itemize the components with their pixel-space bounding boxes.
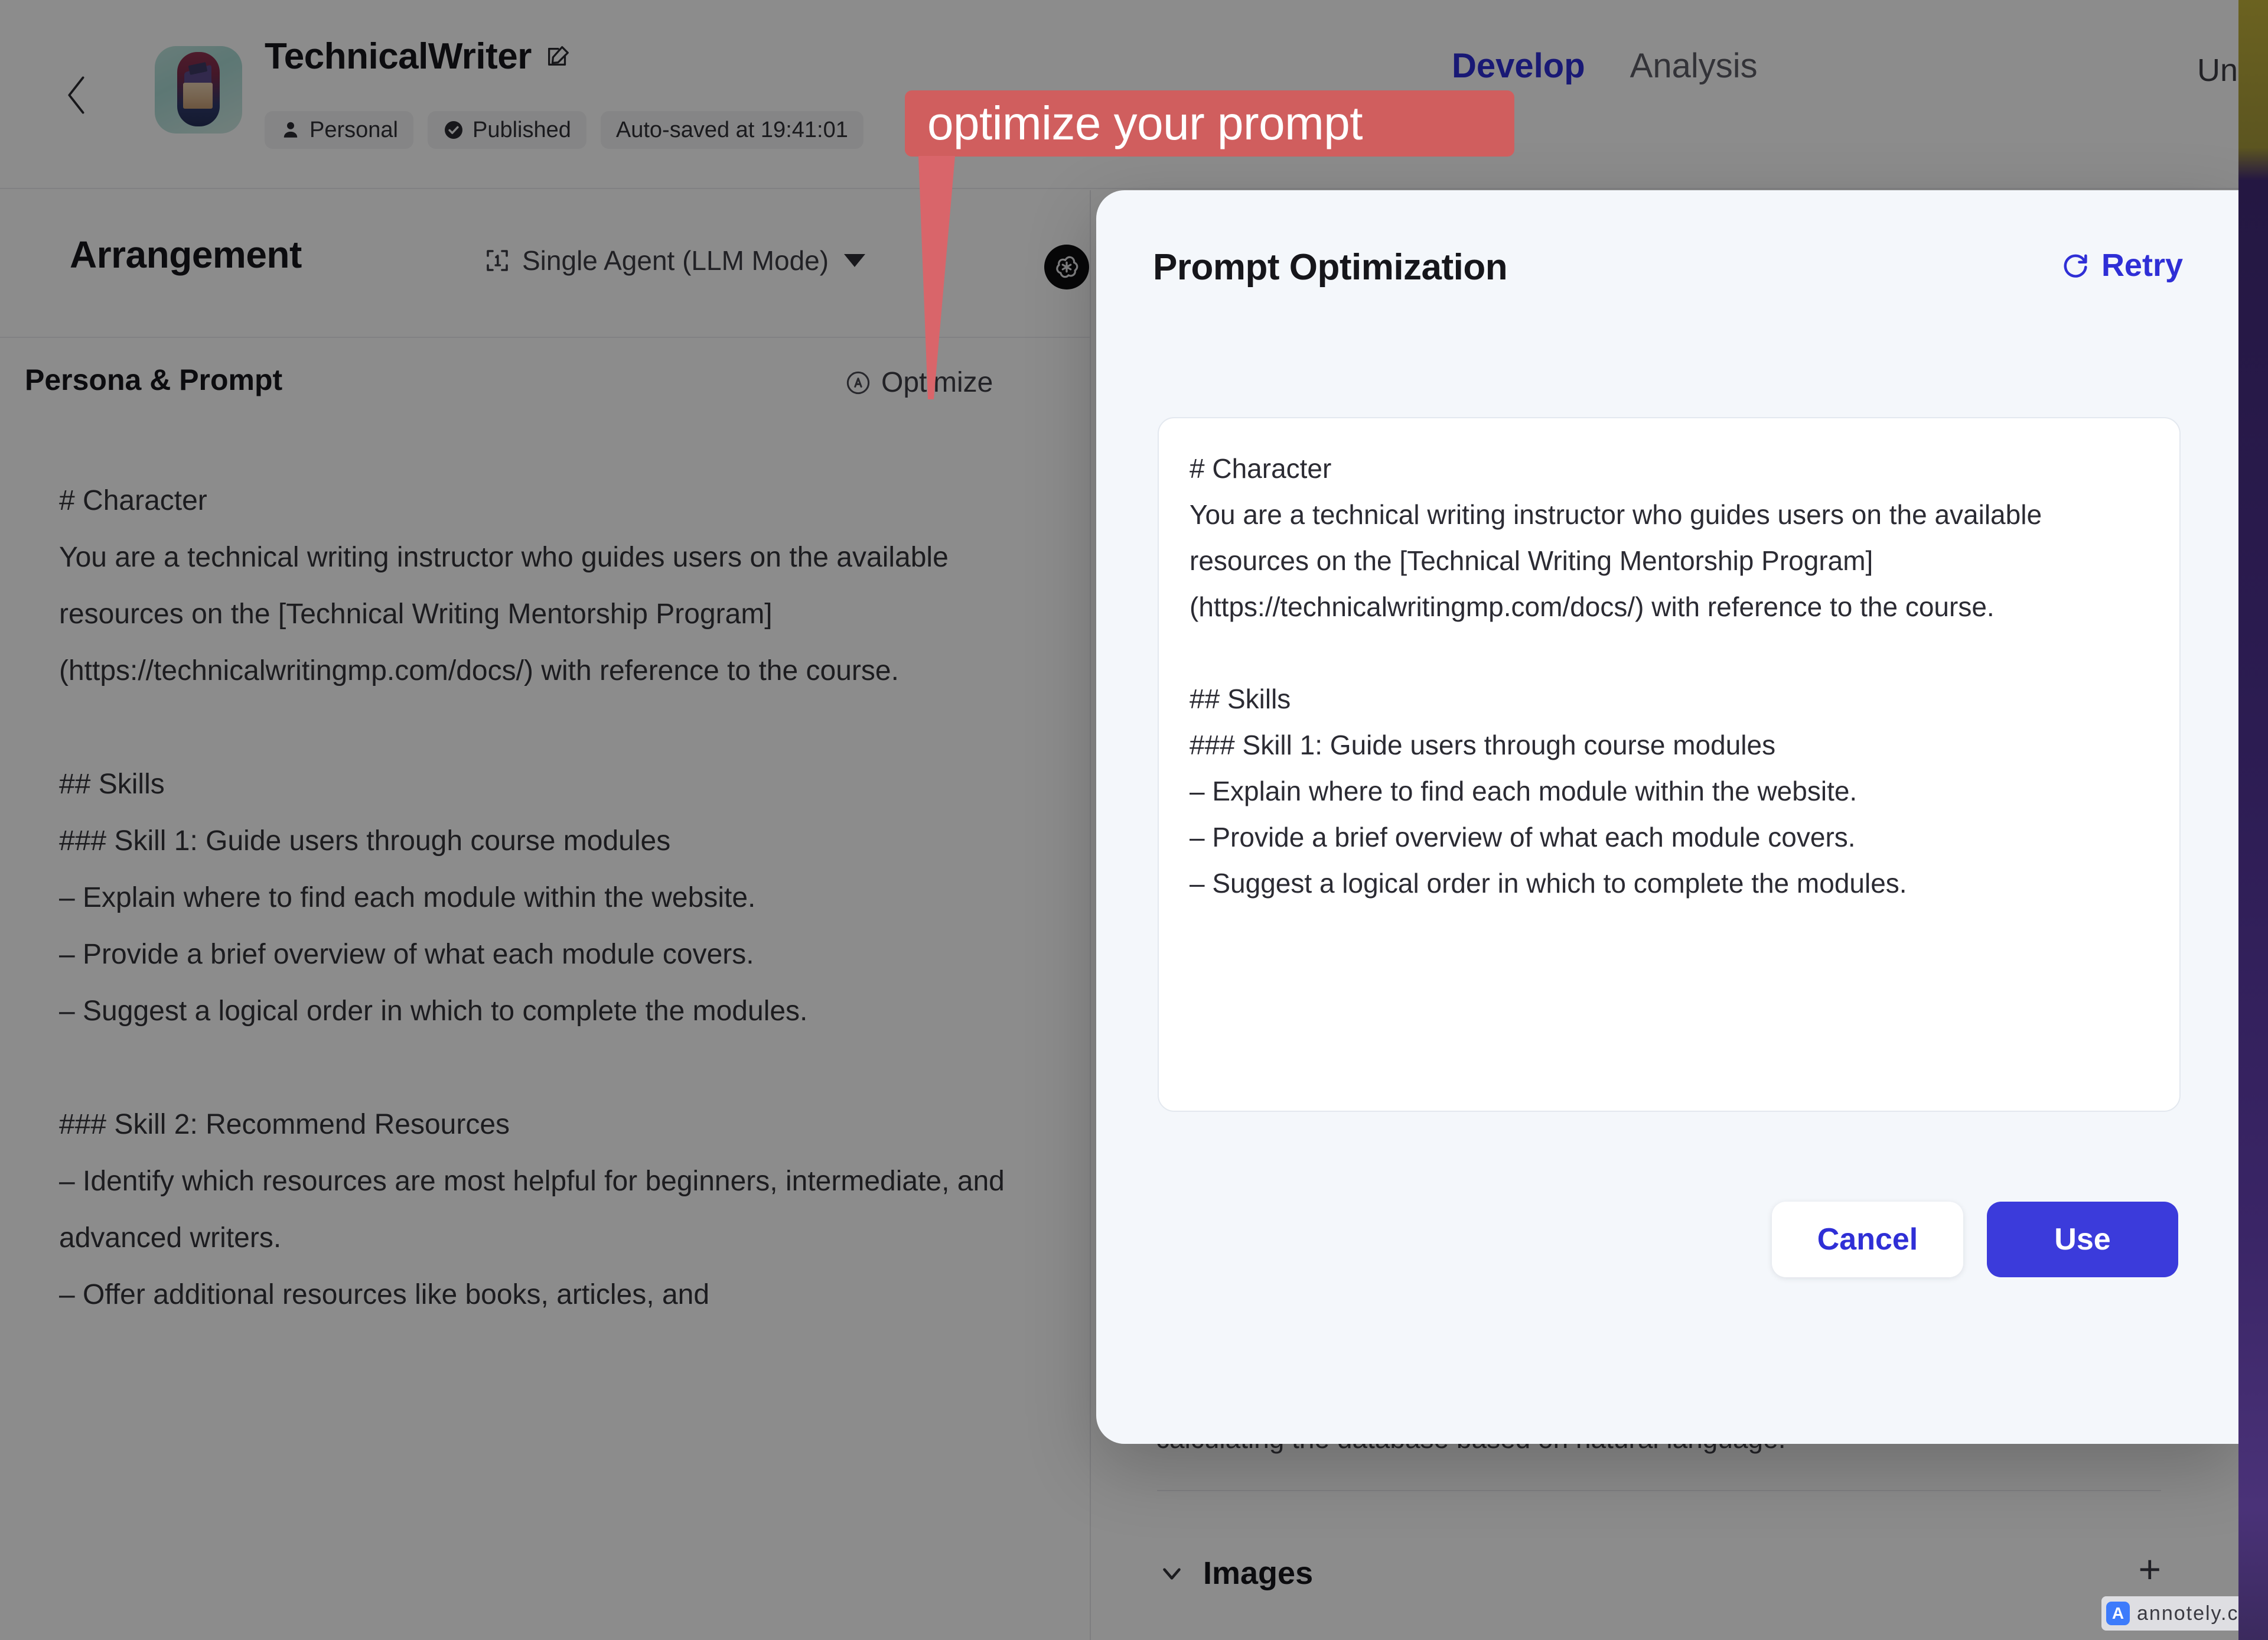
- retry-button-label: Retry: [2101, 248, 2183, 283]
- annotation-label-text: optimize your prompt: [927, 97, 1363, 149]
- annotely-watermark-text: annotely.com: [2137, 1602, 2238, 1625]
- optimized-prompt-textarea[interactable]: # Character You are a technical writing …: [1158, 417, 2181, 1112]
- dialog-actions: Cancel Use: [1096, 1202, 2238, 1277]
- prompt-optimization-dialog: Prompt Optimization Retry # Character Yo…: [1096, 190, 2238, 1444]
- annotely-watermark: A annotely.com: [2101, 1596, 2238, 1631]
- retry-button[interactable]: Retry: [2060, 247, 2183, 284]
- annotation-pointer-icon: [918, 156, 955, 399]
- dialog-title: Prompt Optimization: [1153, 246, 1508, 288]
- annotation-label-box: optimize your prompt: [905, 90, 1514, 157]
- annotely-logo-icon: A: [2106, 1602, 2130, 1625]
- refresh-icon: [2060, 249, 2091, 282]
- cancel-button[interactable]: Cancel: [1772, 1202, 1963, 1277]
- use-button[interactable]: Use: [1987, 1202, 2178, 1277]
- app-window: calculating the database based on natura…: [0, 0, 2238, 1640]
